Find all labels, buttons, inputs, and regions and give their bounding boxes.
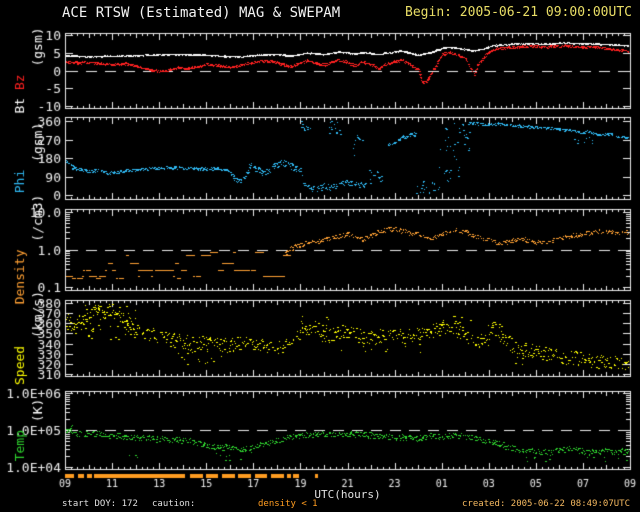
ace-rtsw-plot: ACE RTSW (Estimated) MAG & SWEPAM Begin:… <box>0 0 640 512</box>
footer-created-timestamp: created: 2005-06-22 08:49:07UTC <box>462 499 630 509</box>
plot-canvas <box>0 0 640 512</box>
begin-timestamp: Begin: 2005-06-21 09:00:00UTC <box>405 5 632 20</box>
page-title: ACE RTSW (Estimated) MAG & SWEPAM <box>62 5 341 21</box>
footer-caution-label: caution: <box>152 499 196 509</box>
footer-start-doy: start DOY: 172 <box>62 499 138 509</box>
footer-density-caution: density < 1 <box>258 499 318 509</box>
